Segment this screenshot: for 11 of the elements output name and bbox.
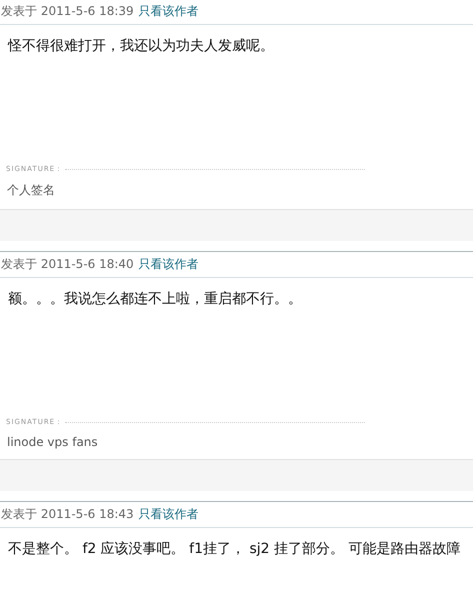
author-only-link[interactable]: 只看该作者 <box>138 506 199 523</box>
signature-text: 个人签名 <box>6 182 56 199</box>
author-only-link[interactable]: 只看该作者 <box>138 3 199 20</box>
post-timestamp: 发表于 2011-5-6 18:40 <box>1 256 134 273</box>
post-text: 不是整个。 f2 应该没事吧。 f1挂了， sj2 挂了部分。 可能是路由器故障 <box>7 540 462 559</box>
post-timestamp: 发表于 2011-5-6 18:43 <box>1 506 134 523</box>
signature-text: linode vps fans <box>6 434 99 451</box>
author-only-link[interactable]: 只看该作者 <box>138 256 199 273</box>
post-text: 额。。。我说怎么都连不上啦，重启都不行。。 <box>7 290 303 309</box>
post-text: 怪不得很难打开，我还以为功夫人发威呢。 <box>6 37 275 56</box>
post-timestamp: 发表于 2011-5-6 18:39 <box>1 3 134 20</box>
